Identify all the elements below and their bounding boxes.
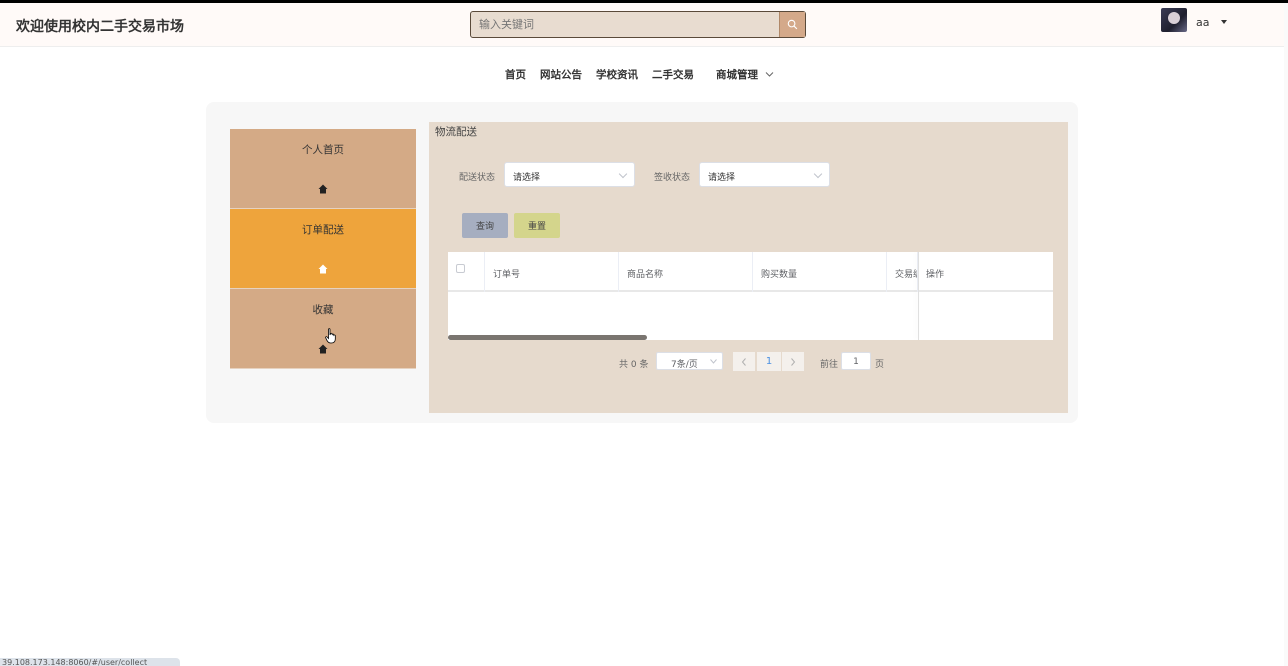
browser-status-url: 39.108.173.148:8060/#/user/collect [0,658,180,666]
table-header: 订单号 商品名称 购买数量 交易编号 操作 [448,252,1053,292]
chevron-left-icon [741,357,746,366]
home-icon [318,344,328,354]
username[interactable]: aa [1196,16,1209,29]
page-unit-label: 页 [875,360,885,370]
user-menu-caret-icon[interactable] [1221,20,1227,24]
goto-page-input[interactable]: 1 [841,352,871,370]
home-icon [318,264,328,274]
receipt-status-label: 签收状态 [654,173,691,183]
header-select-cell [448,252,485,292]
column-header-transaction-no[interactable]: 交易编号 [887,252,918,292]
reset-button[interactable]: 重置 [514,213,560,238]
nav-second-hand[interactable]: 二手交易 [652,67,694,82]
chevron-down-icon [813,169,823,179]
nav-mall-management[interactable]: 商城管理 [716,67,774,82]
receipt-status-select[interactable]: 请选择 [699,162,830,187]
delivery-status-label: 配送状态 [459,173,496,183]
home-icon [318,184,328,194]
orders-table: 订单号 商品名称 购买数量 交易编号 操作 [448,252,1053,340]
fixed-column-divider [918,252,919,340]
search-box [470,11,806,38]
column-header-quantity[interactable]: 购买数量 [753,252,887,292]
page-title: 物流配送 [435,126,477,138]
chevron-right-icon [791,357,796,366]
sidebar-item-label: 收藏 [312,304,334,316]
nav-mall-management-label: 商城管理 [716,69,758,81]
chevron-down-icon [710,359,717,364]
page-scrollbar[interactable] [1284,3,1288,666]
sidebar-item-profile[interactable]: 个人首页 [230,129,416,209]
avatar[interactable] [1161,8,1187,32]
nav-school-news[interactable]: 学校资讯 [596,67,638,82]
table-horizontal-scrollbar[interactable] [448,335,647,340]
prev-page-button[interactable] [733,352,755,371]
search-input[interactable] [471,12,779,37]
receipt-status-value: 请选择 [708,173,736,183]
chevron-down-icon [618,169,628,179]
sidebar-item-label: 订单配送 [302,224,344,236]
page-size-select[interactable]: 7条/页 [656,352,723,370]
goto-label: 前往 [820,360,839,370]
site-title: 欢迎使用校内二手交易市场 [16,19,184,35]
search-button[interactable] [779,12,805,37]
pagination-total: 共 0 条 [619,360,649,370]
chevron-down-icon [765,72,774,77]
delivery-status-value: 请选择 [513,173,541,183]
page-size-value: 7条/页 [671,360,698,370]
nav-home[interactable]: 首页 [505,67,526,82]
sidebar-item-favorites[interactable]: 收藏 [230,289,416,369]
main-nav: 首页 网站公告 学校资讯 二手交易 商城管理 [0,67,1288,83]
sidebar-item-orders[interactable]: 订单配送 [230,209,416,289]
sidebar-item-label: 个人首页 [302,144,344,156]
top-bar: 欢迎使用校内二手交易市场 aa [0,0,1288,47]
hand-cursor-icon [325,328,336,344]
next-page-button[interactable] [782,352,804,371]
sidebar: 个人首页 订单配送 收藏 [230,129,416,369]
content-area: 物流配送 配送状态 请选择 签收状态 请选择 查询 重置 订单号 商品名称 购买… [429,122,1068,413]
search-icon [787,19,798,30]
column-header-order-no[interactable]: 订单号 [485,252,619,292]
nav-announcements[interactable]: 网站公告 [540,67,582,82]
select-all-checkbox[interactable] [456,264,465,273]
delivery-status-select[interactable]: 请选择 [504,162,635,187]
column-header-product-name[interactable]: 商品名称 [619,252,753,292]
query-button[interactable]: 查询 [462,213,508,238]
page-number-current[interactable]: 1 [757,352,781,371]
column-header-actions: 操作 [926,270,945,280]
